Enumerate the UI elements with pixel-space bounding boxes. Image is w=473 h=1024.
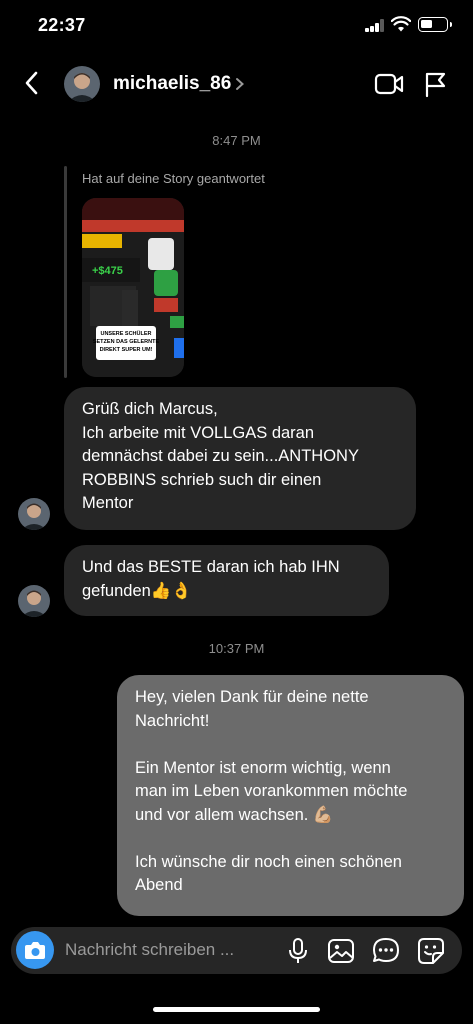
signal-icon <box>365 19 385 32</box>
message-text: Ich arbeite mit VOLLGAS daran <box>82 423 315 442</box>
story-thumbnail[interactable]: +$475 UNSERE SCHÜLER SETZEN DAS GELERNTE… <box>82 198 184 377</box>
username[interactable]: michaelis_86 <box>113 73 231 95</box>
chat-options-icon[interactable] <box>371 936 401 966</box>
message-text: Abend <box>135 876 183 894</box>
avatar[interactable] <box>64 66 100 102</box>
battery-icon <box>418 17 452 32</box>
sender-avatar[interactable] <box>18 585 50 617</box>
video-call-icon[interactable] <box>374 71 404 97</box>
incoming-message-bubble[interactable]: Und das BESTE daran ich hab IHN gefunden… <box>64 545 389 616</box>
message-input[interactable] <box>65 938 275 962</box>
message-text: Ich wünsche dir noch einen schönen <box>135 852 402 871</box>
message-text: Und das BESTE daran ich hab IHN <box>82 558 340 576</box>
wifi-icon <box>391 16 411 32</box>
message-composer <box>11 927 462 974</box>
flag-icon[interactable] <box>422 70 448 98</box>
story-thumb-text: DIREKT SUPER UM! <box>100 347 153 353</box>
gallery-icon[interactable] <box>326 936 356 966</box>
sender-avatar[interactable] <box>18 498 50 530</box>
incoming-message-bubble[interactable]: Grüß dich Marcus, Ich arbeite mit VOLLGA… <box>64 387 416 530</box>
status-time: 22:37 <box>38 15 86 35</box>
story-reply-bar <box>64 166 67 378</box>
svg-text:+$475: +$475 <box>92 265 123 277</box>
message-text: demnächst dabei zu sein...ANTHONY <box>82 447 359 465</box>
message-text: ROBBINS schrieb such dir einen <box>82 470 322 489</box>
back-arrow-icon[interactable] <box>20 68 44 98</box>
message-text: und vor allem wachsen. 💪🏼 <box>135 805 334 824</box>
camera-button[interactable] <box>16 931 54 969</box>
message-text: Mentor <box>82 494 134 512</box>
message-text: gefunden👍👌 <box>82 581 192 600</box>
message-text: man im Leben vorankommen möchte <box>135 782 408 800</box>
story-thumb-text: SETZEN DAS GELERNTE <box>93 339 160 345</box>
status-bar: 22:37 <box>0 0 473 52</box>
story-thumb-text: UNSERE SCHÜLER <box>100 330 151 337</box>
home-indicator <box>153 1007 320 1012</box>
chevron-right-icon[interactable] <box>234 76 246 92</box>
message-text: Ein Mentor ist enorm wichtig, wenn <box>135 758 391 777</box>
camera-icon <box>25 942 45 959</box>
thread-header: michaelis_86 <box>0 52 473 116</box>
outgoing-message-bubble[interactable]: Hey, vielen Dank für deine nette Nachric… <box>117 675 464 916</box>
story-reply-caption: Hat auf deine Story geantwortet <box>82 171 265 186</box>
message-timestamp: 10:37 PM <box>208 641 265 656</box>
message-timestamp: 8:47 PM <box>212 133 261 148</box>
microphone-icon[interactable] <box>283 936 313 966</box>
message-text: Hey, vielen Dank für deine nette <box>135 688 369 706</box>
message-text: Nachricht! <box>135 711 210 730</box>
sticker-icon[interactable] <box>416 936 446 966</box>
message-text: Grüß dich Marcus, <box>82 400 218 418</box>
